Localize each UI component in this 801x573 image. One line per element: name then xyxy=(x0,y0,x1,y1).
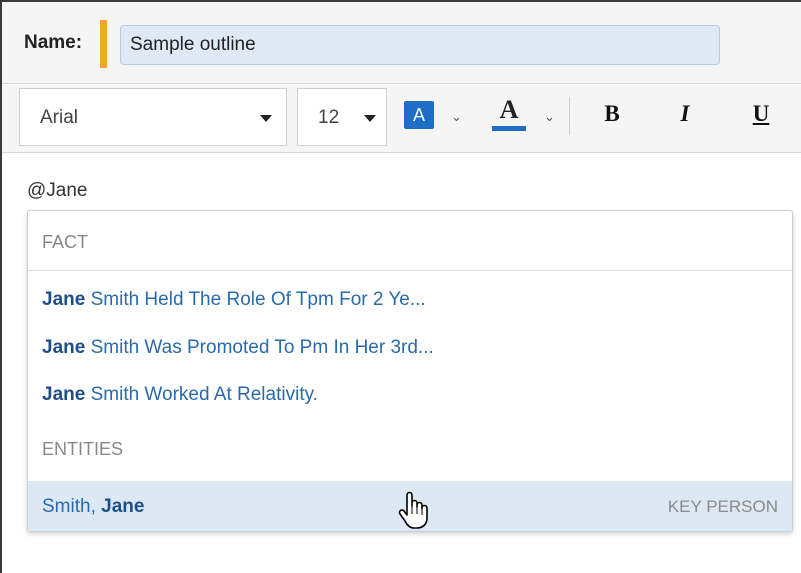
fact-item[interactable]: Jane Smith Worked At Relativity. xyxy=(28,372,792,418)
editor-text[interactable]: @Jane xyxy=(27,180,88,202)
font-family-select[interactable]: Arial xyxy=(19,88,287,146)
font-color-letter: A xyxy=(499,95,519,124)
name-row: Name: xyxy=(2,2,801,84)
fact-item-text: Smith Worked At Relativity. xyxy=(85,384,318,405)
fact-item[interactable]: Jane Smith Was Promoted To Pm In Her 3rd… xyxy=(28,325,792,371)
font-family-value: Arial xyxy=(40,107,79,128)
font-size-value: 12 xyxy=(318,107,340,128)
fact-item-match: Jane xyxy=(42,337,86,358)
italic-button[interactable]: I xyxy=(670,101,700,127)
caret-down-icon xyxy=(364,115,376,122)
font-color-button[interactable]: A xyxy=(492,95,526,135)
hand-pointer-icon xyxy=(398,491,428,529)
fact-item-match: Jane xyxy=(42,384,86,405)
formatting-toolbar: Arial 12 A ⌄ A ⌄ B I U xyxy=(2,85,801,153)
chevron-down-icon[interactable]: ⌄ xyxy=(544,109,555,125)
bold-button[interactable]: B xyxy=(597,101,627,127)
font-color-bar xyxy=(492,126,526,131)
fact-item-text: Smith Held The Role Of Tpm For 2 Ye... xyxy=(85,289,426,310)
fact-section-header: FACT xyxy=(28,213,792,271)
entities-section-header: ENTITIES xyxy=(42,439,124,459)
font-size-select[interactable]: 12 xyxy=(297,88,387,146)
fact-item-match: Jane xyxy=(42,289,86,310)
entity-type-label: KEY PERSON xyxy=(667,497,778,516)
entity-item-prefix: Smith, xyxy=(42,496,102,517)
underline-button[interactable]: U xyxy=(746,101,776,127)
highlight-color-button[interactable]: A xyxy=(404,101,434,129)
entity-item-match: Jane xyxy=(101,496,145,517)
chevron-down-icon[interactable]: ⌄ xyxy=(451,109,462,125)
fact-item[interactable]: Jane Smith Held The Role Of Tpm For 2 Ye… xyxy=(28,277,792,323)
fact-item-text: Smith Was Promoted To Pm In Her 3rd... xyxy=(85,337,434,358)
required-indicator xyxy=(100,20,107,68)
mention-dropdown: FACT Jane Smith Held The Role Of Tpm For… xyxy=(27,210,793,532)
name-label: Name: xyxy=(24,32,83,53)
caret-down-icon xyxy=(260,115,272,122)
name-input[interactable] xyxy=(120,25,720,65)
toolbar-divider xyxy=(569,97,570,135)
